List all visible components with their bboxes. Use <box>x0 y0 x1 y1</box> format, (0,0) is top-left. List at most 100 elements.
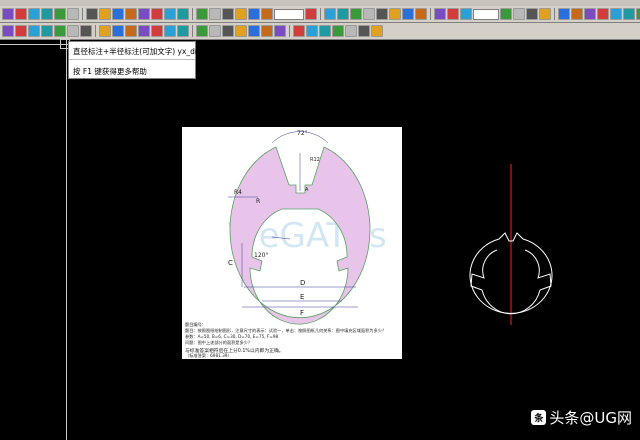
toolbar-button-icon[interactable] <box>623 8 635 20</box>
toolbar-button-icon[interactable] <box>389 8 401 20</box>
toolbar-button-icon[interactable] <box>138 8 150 20</box>
toolbar-button-icon[interactable] <box>415 8 427 20</box>
toolbar-button-icon[interactable] <box>54 8 66 20</box>
toolbar-button-icon[interactable] <box>306 25 318 37</box>
toolbar-dropdown[interactable] <box>274 9 304 20</box>
reference-drawing-image: WeGATCs 72° R12 R4 R A C 120° D E F 题目编号… <box>182 127 402 359</box>
toolbar-button-icon[interactable] <box>2 25 14 37</box>
toolbar-button-icon[interactable] <box>125 25 137 37</box>
toolbar-button-icon[interactable] <box>305 8 317 20</box>
toolbar-button-icon[interactable] <box>636 8 640 20</box>
toolbar-button-icon[interactable] <box>67 25 79 37</box>
toolbar-button-icon[interactable] <box>513 8 525 20</box>
toolbar-button-icon[interactable] <box>15 8 27 20</box>
toolbar-button-icon[interactable] <box>209 25 221 37</box>
ref-text-line: 问题：图中上述部分的面积是多少？ <box>185 340 252 346</box>
toolbar-button-icon[interactable] <box>28 25 40 37</box>
dim-e: E <box>300 293 304 301</box>
toolbar-button-icon[interactable] <box>350 8 362 20</box>
toolbar-button-icon[interactable] <box>67 8 79 20</box>
toolbar-button-icon[interactable] <box>274 25 286 37</box>
toolbar-separator <box>192 8 193 20</box>
toolbar-button-icon[interactable] <box>571 8 583 20</box>
toolbar-button-icon[interactable] <box>363 8 375 20</box>
toolbar-button-icon[interactable] <box>2 8 14 20</box>
toolbar-button-icon[interactable] <box>460 8 472 20</box>
toolbar-button-icon[interactable] <box>222 25 234 37</box>
toolbar-button-icon[interactable] <box>539 8 551 20</box>
toolbar-button-icon[interactable] <box>337 8 349 20</box>
site-watermark: 条 头条@UG网 <box>531 407 632 428</box>
toolbar-button-icon[interactable] <box>15 25 27 37</box>
toolbar-button-icon[interactable] <box>99 8 111 20</box>
reference-drawing-svg: WeGATCs 72° R12 R4 R A C 120° D E F <box>182 127 402 327</box>
toolbar-button-icon[interactable] <box>558 8 570 20</box>
toolbar-button-icon[interactable] <box>80 25 92 37</box>
toolbar-button-icon[interactable] <box>434 8 446 20</box>
toolbar-button-icon[interactable] <box>332 25 344 37</box>
toolbar-button-icon[interactable] <box>41 8 53 20</box>
toolbar-button-icon[interactable] <box>610 8 622 20</box>
toolbar-button-icon[interactable] <box>293 25 305 37</box>
tooltip-divider <box>69 59 195 60</box>
toolbar-button-icon[interactable] <box>112 25 124 37</box>
toolbar-button-icon[interactable] <box>196 8 208 20</box>
toolbar-button-icon[interactable] <box>235 8 247 20</box>
toolbar-separator <box>289 25 290 37</box>
toolbar-button-icon[interactable] <box>584 8 596 20</box>
toolbar-button-icon[interactable] <box>248 8 260 20</box>
dim-f: F <box>300 309 304 317</box>
ref-text-line: （标准答案：6981.39） <box>185 353 232 359</box>
toolbar-button-icon[interactable] <box>597 8 609 20</box>
dim-d: D <box>300 279 305 287</box>
toolbar-button-icon[interactable] <box>54 25 66 37</box>
command-tooltip: 直径标注+半径标注(可加文字) yx_dr 按 F1 键获得更多帮助 <box>68 41 196 79</box>
toolbar-button-icon[interactable] <box>345 25 357 37</box>
toolbar-button-icon[interactable] <box>324 8 336 20</box>
toolbar-button-icon[interactable] <box>151 25 163 37</box>
toolbar-button-icon[interactable] <box>222 8 234 20</box>
toolbar-button-icon[interactable] <box>28 8 40 20</box>
toolbar-separator <box>95 25 96 37</box>
dim-r: R <box>256 198 260 205</box>
toolbar-button-icon[interactable] <box>376 8 388 20</box>
watermark-text: 头条@UG网 <box>549 407 632 428</box>
toolbar-button-icon[interactable] <box>402 8 414 20</box>
toutiao-logo-icon: 条 <box>531 410 546 425</box>
toolbar-button-icon[interactable] <box>177 8 189 20</box>
toolbar-button-icon[interactable] <box>196 25 208 37</box>
toolbar-button-icon[interactable] <box>164 25 176 37</box>
toolbar-button-icon[interactable] <box>41 25 53 37</box>
toolbar-button-icon[interactable] <box>526 8 538 20</box>
toolbar-button-icon[interactable] <box>371 25 383 37</box>
toolbar-separator <box>82 8 83 20</box>
toolbar-button-icon[interactable] <box>209 8 221 20</box>
toolbar-separator <box>430 8 431 20</box>
toolbar-button-icon[interactable] <box>151 8 163 20</box>
dim-r12: R12 <box>310 157 320 163</box>
toolbar-button-icon[interactable] <box>358 25 370 37</box>
dim-angle-top: 72° <box>297 130 308 137</box>
toolbar-button-icon[interactable] <box>235 25 247 37</box>
dim-a: A <box>305 187 309 193</box>
toolbar-button-icon[interactable] <box>125 8 137 20</box>
toolbar-button-icon[interactable] <box>261 8 273 20</box>
toolbar-separator <box>554 8 555 20</box>
toolbar-button-icon[interactable] <box>248 25 260 37</box>
dim-c: C <box>228 259 233 267</box>
toolbar-button-icon[interactable] <box>99 25 111 37</box>
toolbar-button-icon[interactable] <box>447 8 459 20</box>
toolbar-separator <box>320 8 321 20</box>
toolbar-button-icon[interactable] <box>164 8 176 20</box>
toolbar-button-icon[interactable] <box>112 8 124 20</box>
toolbar-separator <box>192 25 193 37</box>
crosshair-vertical <box>66 40 67 440</box>
dim-r4: R4 <box>234 189 242 196</box>
toolbar-button-icon[interactable] <box>86 8 98 20</box>
toolbar-button-icon[interactable] <box>319 25 331 37</box>
toolbar-button-icon[interactable] <box>177 25 189 37</box>
toolbar-button-icon[interactable] <box>261 25 273 37</box>
toolbar-button-icon[interactable] <box>500 8 512 20</box>
toolbar-button-icon[interactable] <box>138 25 150 37</box>
toolbar-dropdown[interactable] <box>473 9 499 20</box>
